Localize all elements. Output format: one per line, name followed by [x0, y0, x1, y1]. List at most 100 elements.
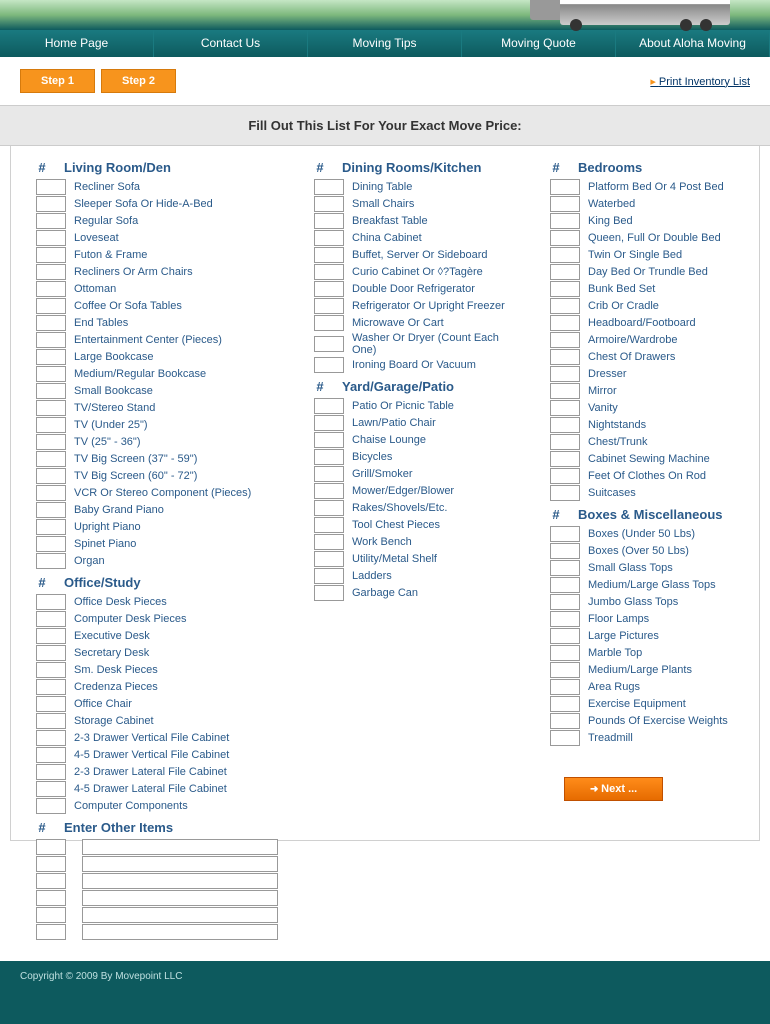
dining-qty-6[interactable] [314, 281, 344, 297]
living-qty-6[interactable] [36, 281, 66, 297]
other-qty-0[interactable] [36, 839, 66, 855]
living-qty-18[interactable] [36, 485, 66, 501]
dining-qty-1[interactable] [314, 196, 344, 212]
bedrooms-qty-5[interactable] [550, 264, 580, 280]
bedrooms-qty-14[interactable] [550, 417, 580, 433]
boxes-qty-6[interactable] [550, 628, 580, 644]
bedrooms-qty-15[interactable] [550, 434, 580, 450]
bedrooms-qty-10[interactable] [550, 349, 580, 365]
other-qty-4[interactable] [36, 907, 66, 923]
nav-moving-quote[interactable]: Moving Quote [462, 30, 616, 57]
living-qty-2[interactable] [36, 213, 66, 229]
bedrooms-qty-17[interactable] [550, 468, 580, 484]
boxes-qty-12[interactable] [550, 730, 580, 746]
yard-qty-11[interactable] [314, 585, 344, 601]
other-qty-3[interactable] [36, 890, 66, 906]
living-qty-9[interactable] [36, 332, 66, 348]
nav-moving-tips[interactable]: Moving Tips [308, 30, 462, 57]
bedrooms-qty-7[interactable] [550, 298, 580, 314]
boxes-qty-1[interactable] [550, 543, 580, 559]
bedrooms-qty-0[interactable] [550, 179, 580, 195]
print-inventory-link[interactable]: Print Inventory List [650, 75, 750, 88]
dining-qty-9[interactable] [314, 336, 344, 352]
other-name-2[interactable] [82, 873, 278, 889]
office-qty-9[interactable] [36, 747, 66, 763]
boxes-qty-2[interactable] [550, 560, 580, 576]
office-qty-4[interactable] [36, 662, 66, 678]
boxes-qty-9[interactable] [550, 679, 580, 695]
bedrooms-qty-16[interactable] [550, 451, 580, 467]
office-qty-11[interactable] [36, 781, 66, 797]
office-qty-12[interactable] [36, 798, 66, 814]
yard-qty-6[interactable] [314, 500, 344, 516]
next-button[interactable]: Next ... [564, 777, 663, 801]
office-qty-5[interactable] [36, 679, 66, 695]
yard-qty-5[interactable] [314, 483, 344, 499]
other-name-5[interactable] [82, 924, 278, 940]
living-qty-16[interactable] [36, 451, 66, 467]
dining-qty-2[interactable] [314, 213, 344, 229]
bedrooms-qty-4[interactable] [550, 247, 580, 263]
boxes-qty-4[interactable] [550, 594, 580, 610]
boxes-qty-10[interactable] [550, 696, 580, 712]
boxes-qty-7[interactable] [550, 645, 580, 661]
living-qty-13[interactable] [36, 400, 66, 416]
living-qty-7[interactable] [36, 298, 66, 314]
office-qty-6[interactable] [36, 696, 66, 712]
bedrooms-qty-12[interactable] [550, 383, 580, 399]
bedrooms-qty-1[interactable] [550, 196, 580, 212]
living-qty-1[interactable] [36, 196, 66, 212]
living-qty-11[interactable] [36, 366, 66, 382]
living-qty-20[interactable] [36, 519, 66, 535]
living-qty-5[interactable] [36, 264, 66, 280]
bedrooms-qty-13[interactable] [550, 400, 580, 416]
living-qty-3[interactable] [36, 230, 66, 246]
living-qty-4[interactable] [36, 247, 66, 263]
bedrooms-qty-11[interactable] [550, 366, 580, 382]
office-qty-7[interactable] [36, 713, 66, 729]
yard-qty-1[interactable] [314, 415, 344, 431]
dining-qty-0[interactable] [314, 179, 344, 195]
nav-home-page[interactable]: Home Page [0, 30, 154, 57]
office-qty-0[interactable] [36, 594, 66, 610]
dining-qty-7[interactable] [314, 298, 344, 314]
living-qty-0[interactable] [36, 179, 66, 195]
living-qty-8[interactable] [36, 315, 66, 331]
living-qty-10[interactable] [36, 349, 66, 365]
living-qty-12[interactable] [36, 383, 66, 399]
other-qty-5[interactable] [36, 924, 66, 940]
living-qty-22[interactable] [36, 553, 66, 569]
boxes-qty-3[interactable] [550, 577, 580, 593]
bedrooms-qty-3[interactable] [550, 230, 580, 246]
office-qty-2[interactable] [36, 628, 66, 644]
boxes-qty-5[interactable] [550, 611, 580, 627]
office-qty-3[interactable] [36, 645, 66, 661]
nav-contact-us[interactable]: Contact Us [154, 30, 308, 57]
step-2-button[interactable]: Step 2 [101, 69, 176, 93]
living-qty-15[interactable] [36, 434, 66, 450]
bedrooms-qty-9[interactable] [550, 332, 580, 348]
bedrooms-qty-2[interactable] [550, 213, 580, 229]
other-qty-1[interactable] [36, 856, 66, 872]
other-name-1[interactable] [82, 856, 278, 872]
bedrooms-qty-8[interactable] [550, 315, 580, 331]
boxes-qty-0[interactable] [550, 526, 580, 542]
dining-qty-10[interactable] [314, 357, 344, 373]
other-name-3[interactable] [82, 890, 278, 906]
office-qty-1[interactable] [36, 611, 66, 627]
yard-qty-3[interactable] [314, 449, 344, 465]
nav-about-aloha-moving[interactable]: About Aloha Moving [616, 30, 770, 57]
yard-qty-10[interactable] [314, 568, 344, 584]
office-qty-10[interactable] [36, 764, 66, 780]
living-qty-14[interactable] [36, 417, 66, 433]
dining-qty-3[interactable] [314, 230, 344, 246]
yard-qty-9[interactable] [314, 551, 344, 567]
living-qty-19[interactable] [36, 502, 66, 518]
other-qty-2[interactable] [36, 873, 66, 889]
yard-qty-2[interactable] [314, 432, 344, 448]
dining-qty-5[interactable] [314, 264, 344, 280]
bedrooms-qty-6[interactable] [550, 281, 580, 297]
dining-qty-4[interactable] [314, 247, 344, 263]
yard-qty-8[interactable] [314, 534, 344, 550]
living-qty-21[interactable] [36, 536, 66, 552]
